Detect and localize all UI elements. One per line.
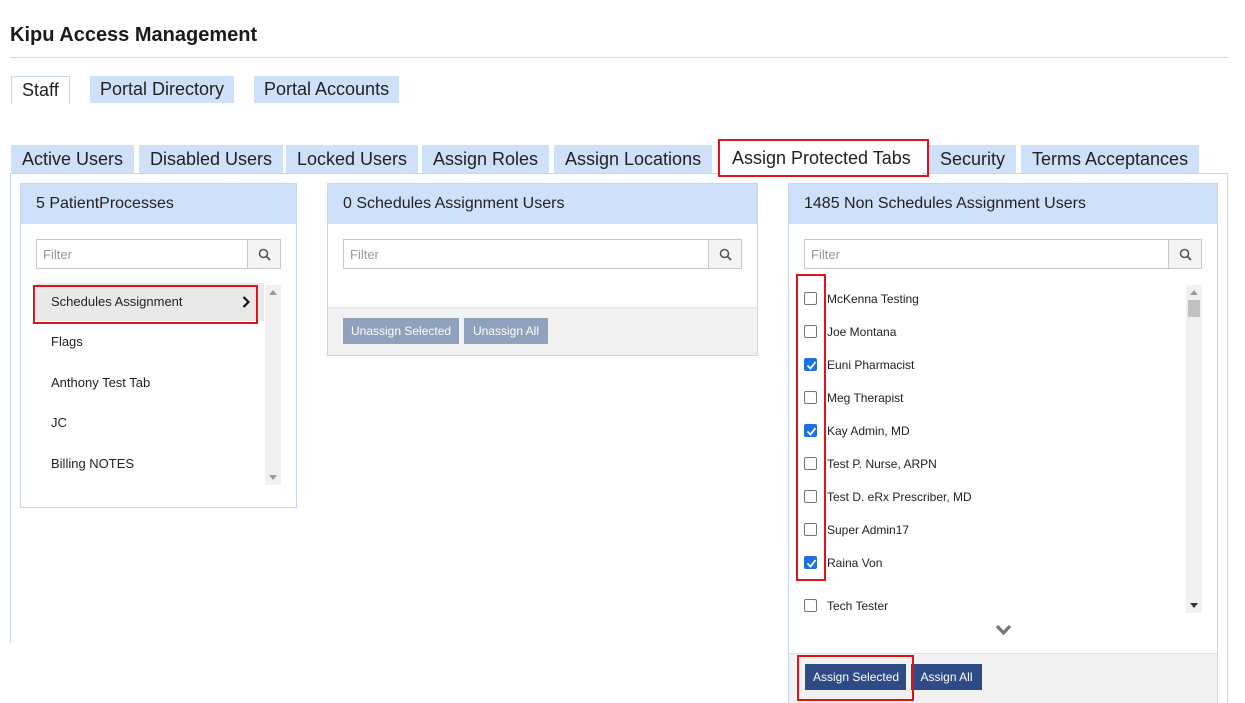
unassigned-users-scrollbar[interactable] bbox=[1186, 285, 1202, 613]
user-row[interactable]: Euni Pharmacist bbox=[804, 354, 1174, 376]
process-item-flags[interactable]: Flags bbox=[36, 321, 264, 362]
processes-search-button[interactable] bbox=[247, 239, 281, 269]
assign-selected-button[interactable]: Assign Selected bbox=[805, 664, 906, 690]
tab-terms-acceptances[interactable]: Terms Acceptances bbox=[1021, 145, 1200, 173]
chevron-right-icon bbox=[242, 296, 250, 308]
user-name: Euni Pharmacist bbox=[827, 358, 915, 372]
process-item-jc[interactable]: JC bbox=[36, 403, 264, 443]
checkmark-icon bbox=[806, 559, 817, 568]
tab-security[interactable]: Security bbox=[929, 145, 1017, 173]
app-title: Kipu Access Management bbox=[10, 24, 258, 46]
magnifier-icon bbox=[258, 248, 271, 261]
checkmark-icon bbox=[806, 427, 817, 436]
user-checkbox[interactable] bbox=[804, 490, 817, 503]
magnifier-icon bbox=[1179, 248, 1192, 261]
tab-assign-locations[interactable]: Assign Locations bbox=[554, 145, 713, 173]
scroll-down-icon[interactable] bbox=[269, 475, 277, 480]
user-name: Tech Tester bbox=[827, 599, 889, 613]
unassign-selected-button[interactable]: Unassign Selected bbox=[343, 318, 459, 344]
unassigned-users-search-button[interactable] bbox=[1168, 239, 1202, 269]
title-divider bbox=[10, 57, 1228, 58]
user-checkbox[interactable] bbox=[804, 599, 817, 612]
user-name: McKenna Testing bbox=[827, 292, 919, 306]
scrollbar-thumb[interactable] bbox=[1188, 300, 1200, 317]
user-name: Test D. eRx Prescriber, MD bbox=[827, 490, 972, 504]
user-row[interactable]: Raina Von bbox=[804, 552, 1174, 574]
user-row[interactable]: Super Admin17 bbox=[804, 519, 1174, 541]
assign-all-button[interactable]: Assign All bbox=[911, 664, 982, 690]
assigned-users-search-button[interactable] bbox=[708, 239, 742, 269]
unassign-all-button[interactable]: Unassign All bbox=[464, 318, 548, 344]
user-checkbox[interactable] bbox=[804, 292, 817, 305]
processes-list: Schedules Assignment Flags Anthony Test … bbox=[36, 283, 264, 485]
tab-content-border bbox=[10, 173, 1228, 174]
magnifier-icon bbox=[719, 248, 732, 261]
user-checkbox[interactable] bbox=[804, 325, 817, 338]
user-row[interactable]: Test D. eRx Prescriber, MD bbox=[804, 486, 1174, 508]
scroll-down-icon[interactable] bbox=[1190, 603, 1198, 608]
tab-active-users[interactable]: Active Users bbox=[11, 145, 135, 173]
user-row[interactable]: Meg Therapist bbox=[804, 387, 1174, 409]
user-checkbox[interactable] bbox=[804, 457, 817, 470]
assigned-users-filter-input[interactable] bbox=[343, 239, 709, 269]
tab-disabled-users[interactable]: Disabled Users bbox=[139, 145, 284, 173]
user-row[interactable]: Kay Admin, MD bbox=[804, 420, 1174, 442]
scroll-up-icon[interactable] bbox=[1190, 290, 1198, 295]
assigned-users-panel-title: 0 Schedules Assignment Users bbox=[328, 184, 757, 224]
unassigned-users-panel-title: 1485 Non Schedules Assignment Users bbox=[789, 184, 1217, 224]
unassigned-users-list: McKenna Testing Joe Montana Euni Pharmacis… bbox=[804, 283, 1184, 613]
user-checkbox[interactable] bbox=[804, 358, 817, 371]
tab-staff[interactable]: Staff bbox=[11, 76, 70, 104]
processes-panel-title: 5 PatientProcesses bbox=[21, 184, 296, 224]
process-item-schedules-assignment[interactable]: Schedules Assignment bbox=[36, 283, 264, 321]
user-checkbox[interactable] bbox=[804, 523, 817, 536]
process-item-label: Schedules Assignment bbox=[51, 294, 183, 309]
tab-assign-protected-tabs[interactable]: Assign Protected Tabs bbox=[721, 143, 922, 174]
user-name: Meg Therapist bbox=[827, 391, 904, 405]
tab-assign-roles[interactable]: Assign Roles bbox=[422, 145, 550, 173]
chevron-down-icon[interactable] bbox=[995, 624, 1012, 636]
checkmark-icon bbox=[806, 361, 817, 370]
tab-portal-directory[interactable]: Portal Directory bbox=[90, 76, 235, 103]
user-row[interactable]: Test P. Nurse, ARPN bbox=[804, 453, 1174, 475]
user-checkbox[interactable] bbox=[804, 424, 817, 437]
user-name: Kay Admin, MD bbox=[827, 424, 910, 438]
tab-content-border-right bbox=[1227, 173, 1228, 703]
user-checkbox[interactable] bbox=[804, 391, 817, 404]
process-item-billing-notes[interactable]: Billing NOTES bbox=[36, 443, 264, 485]
unassigned-users-filter-input[interactable] bbox=[804, 239, 1170, 269]
processes-filter-input[interactable] bbox=[36, 239, 248, 269]
tab-content-border-left bbox=[10, 173, 11, 643]
user-checkbox[interactable] bbox=[804, 556, 817, 569]
tab-portal-accounts[interactable]: Portal Accounts bbox=[254, 76, 400, 103]
user-name: Raina Von bbox=[827, 556, 883, 570]
scroll-up-icon[interactable] bbox=[269, 290, 277, 295]
tab-locked-users[interactable]: Locked Users bbox=[286, 145, 419, 173]
user-name: Super Admin17 bbox=[827, 523, 910, 537]
user-row[interactable]: McKenna Testing bbox=[804, 288, 1174, 310]
user-row[interactable]: Tech Tester bbox=[804, 595, 1174, 617]
user-row[interactable]: Joe Montana bbox=[804, 321, 1174, 343]
user-name: Test P. Nurse, ARPN bbox=[827, 457, 937, 471]
process-item-anthony-test-tab[interactable]: Anthony Test Tab bbox=[36, 362, 264, 403]
processes-scrollbar[interactable] bbox=[265, 285, 281, 485]
user-name: Joe Montana bbox=[827, 325, 897, 339]
